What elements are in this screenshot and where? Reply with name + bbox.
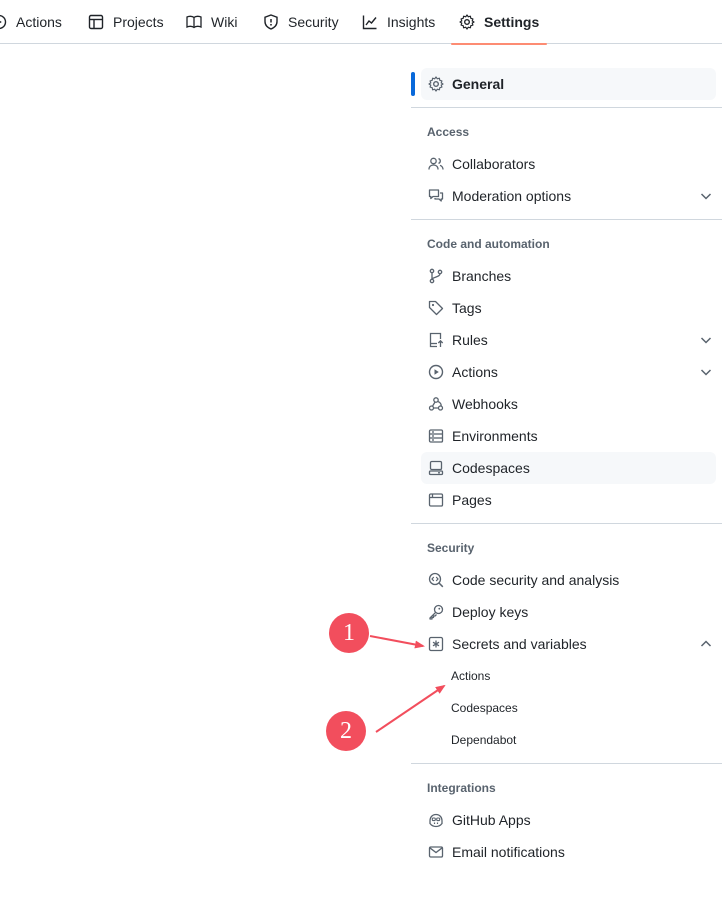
repo-push-icon bbox=[428, 332, 444, 348]
codespaces-icon bbox=[428, 460, 444, 476]
section-divider bbox=[411, 107, 722, 108]
section-heading-code-automation: Code and automation bbox=[427, 237, 550, 251]
tab-actions[interactable]: Actions bbox=[0, 0, 62, 44]
sidebar-item-moderation-options[interactable]: Moderation options bbox=[421, 180, 716, 212]
section-heading-security: Security bbox=[427, 541, 475, 555]
graph-icon bbox=[362, 14, 378, 30]
sidebar-subitem-dependabot[interactable]: Dependabot bbox=[451, 726, 516, 754]
tab-label: Settings bbox=[484, 14, 540, 30]
key-icon bbox=[428, 604, 444, 620]
sidebar-item-label: Webhooks bbox=[452, 396, 518, 412]
tab-label: Actions bbox=[16, 14, 62, 30]
sidebar-item-github-apps[interactable]: GitHub Apps bbox=[421, 804, 716, 836]
annotation-badge-2: 2 bbox=[326, 711, 366, 751]
sidebar-item-codespaces[interactable]: Codespaces bbox=[421, 452, 716, 484]
tab-security[interactable]: Security bbox=[263, 0, 339, 44]
mail-icon bbox=[428, 844, 444, 860]
tab-insights[interactable]: Insights bbox=[362, 0, 435, 44]
copilot-icon bbox=[428, 812, 444, 828]
sidebar-item-tags[interactable]: Tags bbox=[421, 292, 716, 324]
sidebar-item-actions[interactable]: Actions bbox=[421, 356, 716, 388]
section-heading-integrations: Integrations bbox=[427, 781, 496, 795]
sidebar-item-label: Actions bbox=[452, 364, 498, 380]
chevron-down-icon[interactable] bbox=[698, 188, 714, 204]
sidebar-item-label: Codespaces bbox=[452, 460, 530, 476]
tag-icon bbox=[428, 300, 444, 316]
tab-settings[interactable]: Settings bbox=[450, 0, 548, 45]
annotation-badge-1: 1 bbox=[329, 613, 369, 653]
sidebar-item-label: Code security and analysis bbox=[452, 572, 620, 588]
book-icon bbox=[186, 14, 202, 30]
sidebar-item-rules[interactable]: Rules bbox=[421, 324, 716, 356]
tab-label: Projects bbox=[113, 14, 164, 30]
tab-wiki[interactable]: Wiki bbox=[186, 0, 237, 44]
sidebar-item-label: Branches bbox=[452, 268, 512, 284]
sidebar-item-label: Tags bbox=[452, 300, 482, 316]
sidebar-item-code-security[interactable]: Code security and analysis bbox=[421, 564, 716, 596]
sidebar-item-secrets-and-variables[interactable]: Secrets and variables bbox=[421, 628, 716, 660]
webhook-icon bbox=[428, 396, 444, 412]
section-divider bbox=[411, 219, 722, 220]
tab-label: Insights bbox=[387, 14, 436, 30]
play-circle-icon bbox=[0, 14, 7, 30]
section-divider bbox=[411, 523, 722, 524]
sidebar-item-label: Email notifications bbox=[452, 844, 565, 860]
chevron-down-icon[interactable] bbox=[698, 332, 714, 348]
sidebar-item-general[interactable]: General bbox=[421, 68, 716, 100]
sidebar-item-label: GitHub Apps bbox=[452, 812, 531, 828]
sidebar-item-pages[interactable]: Pages bbox=[421, 484, 716, 516]
tab-label: Security bbox=[288, 14, 339, 30]
sidebar-item-email-notifications[interactable]: Email notifications bbox=[421, 836, 716, 868]
key-asterisk-icon bbox=[428, 636, 444, 652]
sidebar-subitem-codespaces[interactable]: Codespaces bbox=[451, 694, 518, 722]
sidebar-item-deploy-keys[interactable]: Deploy keys bbox=[421, 596, 716, 628]
play-circle-icon bbox=[428, 364, 444, 380]
sidebar-item-label: Secrets and variables bbox=[452, 636, 587, 652]
server-icon bbox=[428, 428, 444, 444]
table-icon bbox=[88, 14, 104, 30]
sidebar-item-label: Deploy keys bbox=[452, 604, 529, 620]
sidebar-item-label: Moderation options bbox=[452, 188, 572, 204]
sidebar-item-label: Rules bbox=[452, 332, 488, 348]
sidebar-item-branches[interactable]: Branches bbox=[421, 260, 716, 292]
sidebar-item-label: Environments bbox=[452, 428, 538, 444]
tab-label: Wiki bbox=[211, 14, 238, 30]
settings-sidebar: General Access Collaborators Moderation … bbox=[411, 44, 722, 912]
people-icon bbox=[428, 156, 444, 172]
chevron-down-icon[interactable] bbox=[698, 364, 714, 380]
sidebar-item-webhooks[interactable]: Webhooks bbox=[421, 388, 716, 420]
sidebar-subitem-actions[interactable]: Actions bbox=[451, 662, 490, 690]
section-heading-access: Access bbox=[427, 125, 470, 139]
sidebar-item-environments[interactable]: Environments bbox=[421, 420, 716, 452]
gear-icon bbox=[459, 14, 475, 30]
git-branch-icon bbox=[428, 268, 444, 284]
sidebar-item-label: General bbox=[452, 76, 505, 92]
chevron-up-icon[interactable] bbox=[698, 636, 714, 652]
shield-icon bbox=[263, 14, 279, 30]
comment-discussion-icon bbox=[428, 188, 444, 204]
sidebar-item-collaborators[interactable]: Collaborators bbox=[421, 148, 716, 180]
codescan-icon bbox=[428, 572, 444, 588]
browser-icon bbox=[428, 492, 444, 508]
active-indicator bbox=[411, 72, 415, 96]
section-divider bbox=[411, 763, 722, 764]
tab-projects[interactable]: Projects bbox=[88, 0, 164, 44]
sidebar-item-label: Pages bbox=[452, 492, 492, 508]
sidebar-item-label: Collaborators bbox=[452, 156, 536, 172]
gear-icon bbox=[428, 76, 444, 92]
repo-nav-tabs: Actions Projects Wiki Security Insights … bbox=[0, 0, 722, 45]
